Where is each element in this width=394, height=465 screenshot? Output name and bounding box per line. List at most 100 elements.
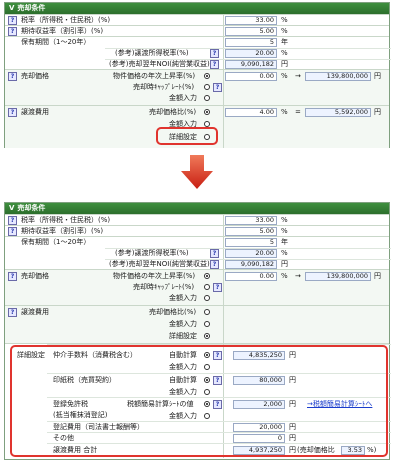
expected-return-label: 期待収益率（割引率）(%) [21, 27, 104, 35]
sale-price-radio-cap[interactable] [204, 84, 210, 90]
transfer-cost-radio-amount[interactable] [204, 321, 210, 327]
row-transfer-cost: ? 譲渡費用 売却価格比(%) 金額入力 詳細設定 [5, 305, 389, 343]
help-icon[interactable]: ? [210, 249, 219, 258]
transfer-cost-radio-ratio[interactable] [204, 309, 210, 315]
tax-rate-input[interactable]: 33.00 [225, 16, 277, 25]
row-holding-period: 保有期間（1〜20年） 5 年 (参考)譲渡所得税率(%) ? 20.00 % … [5, 36, 391, 69]
sale-price-result: 139,800,000 [305, 272, 371, 281]
ref-transfer-tax-value: 20.00 [225, 249, 277, 258]
ref-noi-label: (参考)売却翌年NOI(純営業収益) [109, 260, 210, 268]
transfer-cost-option-detail: 詳細設定 [169, 332, 197, 340]
transfer-cost-eq: = [295, 108, 301, 116]
row-sale-price: ? 売却価格 物件価格の年次上昇率(%) 売却時ｷｬｯﾌﾟﾚｰﾄ(%) ? 金額… [5, 69, 389, 105]
help-icon[interactable]: ? [8, 227, 17, 236]
sale-price-radio-amount[interactable] [204, 95, 210, 101]
sale-price-option-growth: 物件価格の年次上昇率(%) [113, 72, 196, 80]
help-icon[interactable]: ? [213, 283, 222, 292]
expected-return-unit: % [281, 27, 288, 35]
holding-period-unit: 年 [281, 38, 288, 46]
sale-price-unit: % [281, 72, 288, 80]
detail-section-highlight [10, 345, 388, 457]
sale-price-radio-growth[interactable] [204, 73, 210, 79]
transfer-cost-unit: % [281, 108, 288, 116]
holding-period-label: 保有期間（1〜20年） [21, 238, 91, 246]
sale-price-label: 売却価格 [21, 272, 49, 280]
row-sale-price: ? 売却価格 物件価格の年次上昇率(%) 売却時ｷｬｯﾌﾟﾚｰﾄ(%) ? 金額… [5, 269, 389, 305]
help-icon[interactable]: ? [8, 308, 17, 317]
ref-noi-value: 9,090,182 [225, 60, 277, 69]
holding-period-input[interactable]: 5 [225, 38, 277, 47]
sale-price-result-unit: 円 [374, 72, 381, 80]
sale-price-radio-amount[interactable] [204, 295, 210, 301]
sale-price-radio-cap[interactable] [204, 284, 210, 290]
sale-price-input[interactable]: 0.00 [225, 72, 277, 81]
panel-title: 売却条件 [17, 204, 46, 212]
tax-rate-label: 税率（所得税・住民税）(%) [21, 16, 111, 24]
sale-price-result: 139,800,000 [305, 72, 371, 81]
row-expected-return: ? 期待収益率（割引率）(%) 5.00 % [5, 25, 389, 36]
tax-rate-label: 税率（所得税・住民税）(%) [21, 216, 111, 224]
help-icon[interactable]: ? [8, 16, 17, 25]
sale-price-result-unit: 円 [374, 272, 381, 280]
help-icon[interactable]: ? [8, 108, 17, 117]
ref-transfer-tax-unit: % [281, 249, 288, 257]
transfer-cost-input[interactable]: 4.00 [225, 108, 277, 117]
transfer-cost-label: 譲渡費用 [21, 308, 49, 316]
sale-conditions-panel-top: V 売却条件 ? 税率（所得税・住民税）(%) 33.00 % ? 期待収益率（割… [4, 2, 391, 148]
expected-return-unit: % [281, 227, 288, 235]
sale-price-input[interactable]: 0.00 [225, 272, 277, 281]
holding-period-input[interactable]: 5 [225, 238, 277, 247]
sale-price-option-amount: 金額入力 [169, 94, 197, 102]
ref-noi-unit: 円 [281, 260, 288, 268]
panel-titlebar[interactable]: V 売却条件 [5, 3, 389, 14]
panel-titlebar[interactable]: V 売却条件 [5, 203, 389, 214]
transfer-cost-result-unit: 円 [374, 108, 381, 116]
chevron-down-icon[interactable]: V [9, 203, 14, 214]
row-holding-period: 保有期間（1〜20年） 5 年 (参考)譲渡所得税率(%) ? 20.00 % … [5, 236, 391, 269]
sale-price-label: 売却価格 [21, 72, 49, 80]
expected-return-input[interactable]: 5.00 [225, 27, 277, 36]
help-icon[interactable]: ? [210, 260, 219, 269]
transfer-cost-radio-detail[interactable] [204, 333, 210, 339]
ref-transfer-tax-value: 20.00 [225, 49, 277, 58]
sale-price-option-cap: 売却時ｷｬｯﾌﾟﾚｰﾄ(%) [133, 283, 195, 291]
transfer-cost-option-amount: 金額入力 [169, 320, 197, 328]
panel-title: 売却条件 [17, 4, 46, 12]
ref-noi-unit: 円 [281, 60, 288, 68]
row-tax-rate: ? 税率（所得税・住民税）(%) 33.00 % [5, 214, 389, 225]
help-icon[interactable]: ? [210, 49, 219, 58]
sale-price-arrow: → [295, 272, 301, 280]
sale-price-option-amount: 金額入力 [169, 294, 197, 302]
help-icon[interactable]: ? [8, 27, 17, 36]
transfer-cost-result: 5,592,000 [305, 108, 371, 117]
sale-price-option-growth: 物件価格の年次上昇率(%) [113, 272, 196, 280]
help-icon[interactable]: ? [8, 216, 17, 225]
help-icon[interactable]: ? [213, 83, 222, 92]
down-arrow-icon [181, 155, 213, 189]
ref-transfer-tax-unit: % [281, 49, 288, 57]
sale-conditions-panel-bottom: V 売却条件 ? 税率（所得税・住民税）(%) 33.00 % ? 期待収益率（割… [4, 202, 391, 460]
ref-transfer-tax-label: (参考)譲渡所得税率(%) [115, 249, 189, 257]
transfer-cost-radio-ratio[interactable] [204, 109, 210, 115]
sale-price-option-cap: 売却時ｷｬｯﾌﾟﾚｰﾄ(%) [133, 83, 195, 91]
chevron-down-icon[interactable]: V [9, 3, 14, 14]
sale-price-unit: % [281, 272, 288, 280]
row-tax-rate: ? 税率（所得税・住民税）(%) 33.00 % [5, 14, 389, 25]
tax-rate-unit: % [281, 216, 288, 224]
tax-rate-input[interactable]: 33.00 [225, 216, 277, 225]
row-transfer-cost: ? 譲渡費用 売却価格比(%) 金額入力 詳細設定 4.00 % = 5,592… [5, 105, 389, 148]
help-icon[interactable]: ? [8, 72, 17, 81]
help-icon[interactable]: ? [8, 272, 17, 281]
transfer-cost-option-ratio: 売却価格比(%) [149, 308, 197, 316]
holding-period-label: 保有期間（1〜20年） [21, 38, 91, 46]
ref-noi-label: (参考)売却翌年NOI(純営業収益) [109, 60, 210, 68]
ref-noi-value: 9,090,182 [225, 260, 277, 269]
expected-return-input[interactable]: 5.00 [225, 227, 277, 236]
holding-period-unit: 年 [281, 238, 288, 246]
transfer-cost-label: 譲渡費用 [21, 108, 49, 116]
sale-price-radio-growth[interactable] [204, 273, 210, 279]
help-icon[interactable]: ? [210, 60, 219, 69]
detail-setting-highlight [156, 127, 218, 145]
expected-return-label: 期待収益率（割引率）(%) [21, 227, 104, 235]
ref-transfer-tax-label: (参考)譲渡所得税率(%) [115, 49, 189, 57]
